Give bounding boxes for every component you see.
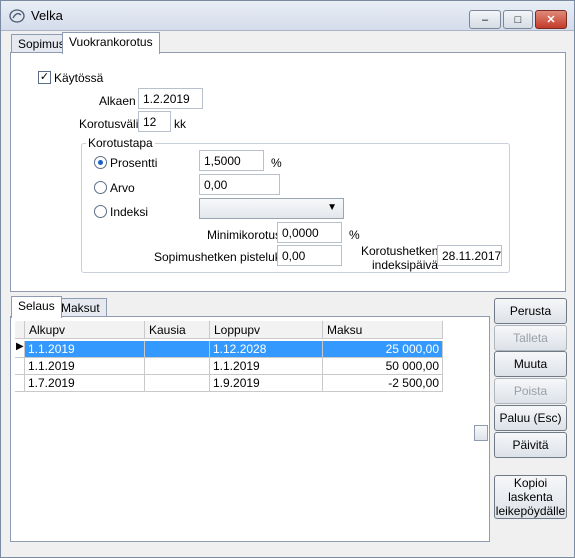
- maximize-button[interactable]: □: [503, 10, 533, 29]
- table-row[interactable]: 1.1.2019 1.1.2019 50 000,00: [15, 358, 443, 375]
- interval-field[interactable]: 12: [138, 111, 171, 132]
- interval-label: Korotusväli: [79, 117, 139, 131]
- cell-alkupv: 1.1.2019: [25, 358, 145, 375]
- app-icon: [9, 9, 25, 23]
- column-header-kausia[interactable]: Kausia: [145, 321, 210, 339]
- method-group-label: Korotustapa: [86, 136, 155, 150]
- column-header-alkupv[interactable]: Alkupv: [25, 321, 145, 339]
- index-select[interactable]: ▼: [199, 198, 344, 219]
- cell-loppupv: 1.9.2019: [210, 375, 323, 392]
- cell-maksu: 25 000,00: [323, 341, 443, 358]
- percent-radio[interactable]: [94, 156, 107, 169]
- cell-maksu: 50 000,00: [323, 358, 443, 375]
- tab-selaus[interactable]: Selaus: [11, 296, 62, 318]
- value-field[interactable]: 0,00: [199, 174, 280, 195]
- row-header: [15, 358, 25, 375]
- index-label: Indeksi: [110, 205, 149, 219]
- index-radio[interactable]: [94, 205, 107, 218]
- close-button[interactable]: ✕: [535, 10, 567, 29]
- paluu-button[interactable]: Paluu (Esc): [494, 405, 567, 431]
- paivita-button[interactable]: Päivitä: [494, 432, 567, 458]
- index-date-field[interactable]: 28.11.2017: [437, 245, 502, 266]
- index-date-label-line2: indeksipäivä: [372, 258, 439, 272]
- copy-label-line3: leikepöydälle: [495, 504, 566, 518]
- index-date-label-line1: Korotushetken: [361, 244, 439, 258]
- cell-kausia: [145, 358, 210, 375]
- app-window: Velka – □ ✕ Sopimus Vuokrankorotus ✓ Käy…: [0, 0, 575, 558]
- muuta-button[interactable]: Muuta: [494, 351, 567, 377]
- cell-kausia: [145, 341, 210, 358]
- cell-alkupv: 1.1.2019: [25, 341, 145, 358]
- percent-label: Prosentti: [110, 156, 158, 170]
- column-header-maksu[interactable]: Maksu: [323, 321, 443, 339]
- window-title: Velka: [31, 8, 63, 23]
- payments-table: Alkupv Kausia Loppupv Maksu ▶ 1.1.2019 1…: [15, 321, 467, 539]
- value-radio[interactable]: [94, 181, 107, 194]
- min-label: Minimikorotus: [207, 228, 282, 242]
- title-bar[interactable]: Velka – □ ✕: [1, 1, 574, 31]
- points-field[interactable]: 0,00: [277, 245, 342, 266]
- table-row[interactable]: 1.7.2019 1.9.2019 -2 500,00: [15, 375, 443, 392]
- copy-label-line2: laskenta: [508, 490, 553, 504]
- perusta-button[interactable]: Perusta: [494, 298, 567, 324]
- cell-maksu: -2 500,00: [323, 375, 443, 392]
- percent-field[interactable]: 1,5000: [199, 150, 264, 171]
- minimize-button[interactable]: –: [469, 10, 501, 29]
- value-label: Arvo: [110, 181, 135, 195]
- copy-label-line1: Kopioi: [513, 476, 548, 490]
- cell-loppupv: 1.12.2028: [210, 341, 323, 358]
- cell-alkupv: 1.7.2019: [25, 375, 145, 392]
- cell-loppupv: 1.1.2019: [210, 358, 323, 375]
- row-pointer-icon: ▶: [15, 341, 25, 358]
- selaus-panel: Alkupv Kausia Loppupv Maksu ▶ 1.1.2019 1…: [10, 316, 490, 542]
- column-header-loppupv[interactable]: Loppupv: [210, 321, 323, 339]
- tab-maksut[interactable]: Maksut: [54, 298, 107, 318]
- table-row[interactable]: ▶ 1.1.2019 1.12.2028 25 000,00: [15, 341, 443, 358]
- min-field[interactable]: 0,0000: [277, 222, 342, 243]
- copy-calculation-button[interactable]: Kopioi laskenta leikepöydälle: [494, 475, 567, 519]
- points-label: Sopimushetken pisteluku: [154, 250, 288, 264]
- cell-kausia: [145, 375, 210, 392]
- scrollbar-thumb[interactable]: [474, 425, 488, 441]
- chevron-down-icon: ▼: [327, 202, 337, 213]
- row-header-corner: [15, 321, 25, 339]
- interval-unit: kk: [174, 117, 186, 131]
- talleta-button[interactable]: Talleta: [494, 325, 567, 351]
- tab-vuokrankorotus[interactable]: Vuokrankorotus: [62, 32, 160, 54]
- poista-button[interactable]: Poista: [494, 378, 567, 404]
- start-date-field[interactable]: 1.2.2019: [138, 88, 203, 109]
- enabled-label: Käytössä: [54, 71, 104, 85]
- enabled-checkbox[interactable]: ✓: [38, 71, 51, 84]
- vuokrankorotus-panel: ✓ Käytössä Alkaen 1.2.2019 Korotusväli 1…: [10, 52, 566, 292]
- percent-unit: %: [271, 156, 282, 170]
- min-unit: %: [349, 228, 360, 242]
- start-date-label: Alkaen: [99, 94, 136, 108]
- row-header: [15, 375, 25, 392]
